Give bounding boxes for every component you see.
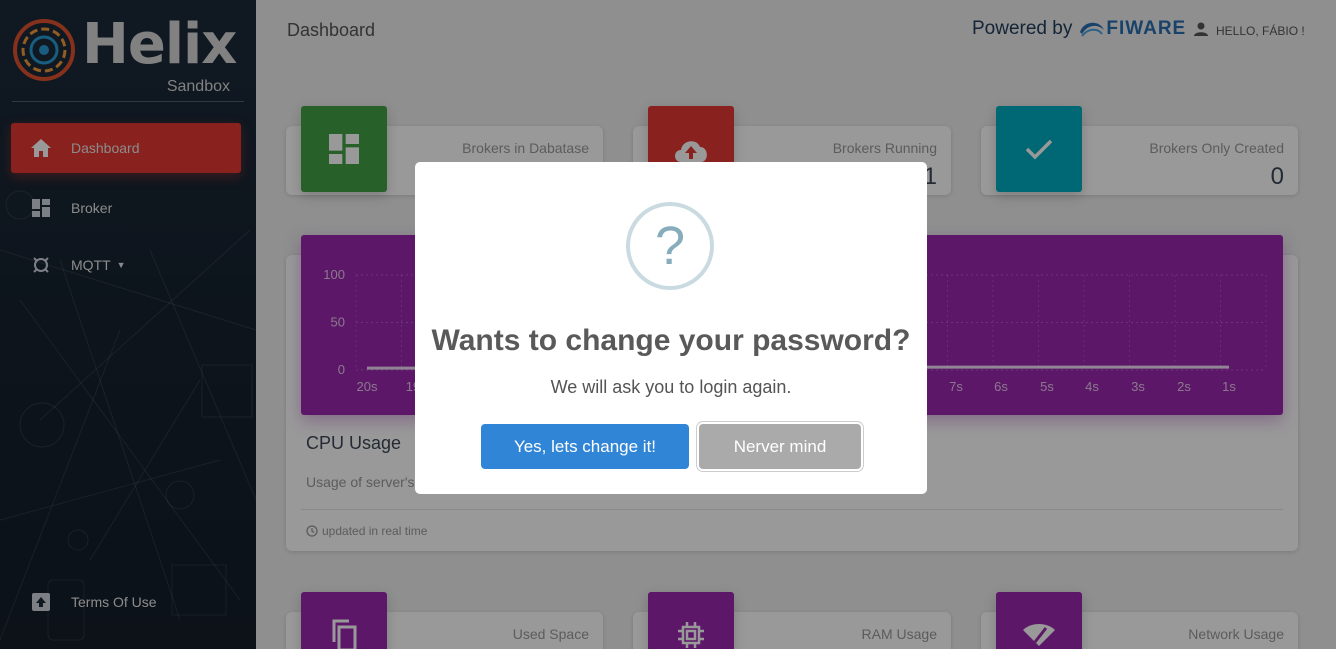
dialog-title: Wants to change your password?	[431, 324, 911, 357]
dialog-message: We will ask you to login again.	[550, 377, 792, 397]
cancel-button[interactable]: Nerver mind	[699, 424, 861, 469]
confirm-change-password-button[interactable]: Yes, lets change it!	[481, 424, 689, 469]
question-icon: ?	[626, 202, 714, 290]
change-password-dialog: ? Wants to change your password? We will…	[415, 162, 927, 494]
